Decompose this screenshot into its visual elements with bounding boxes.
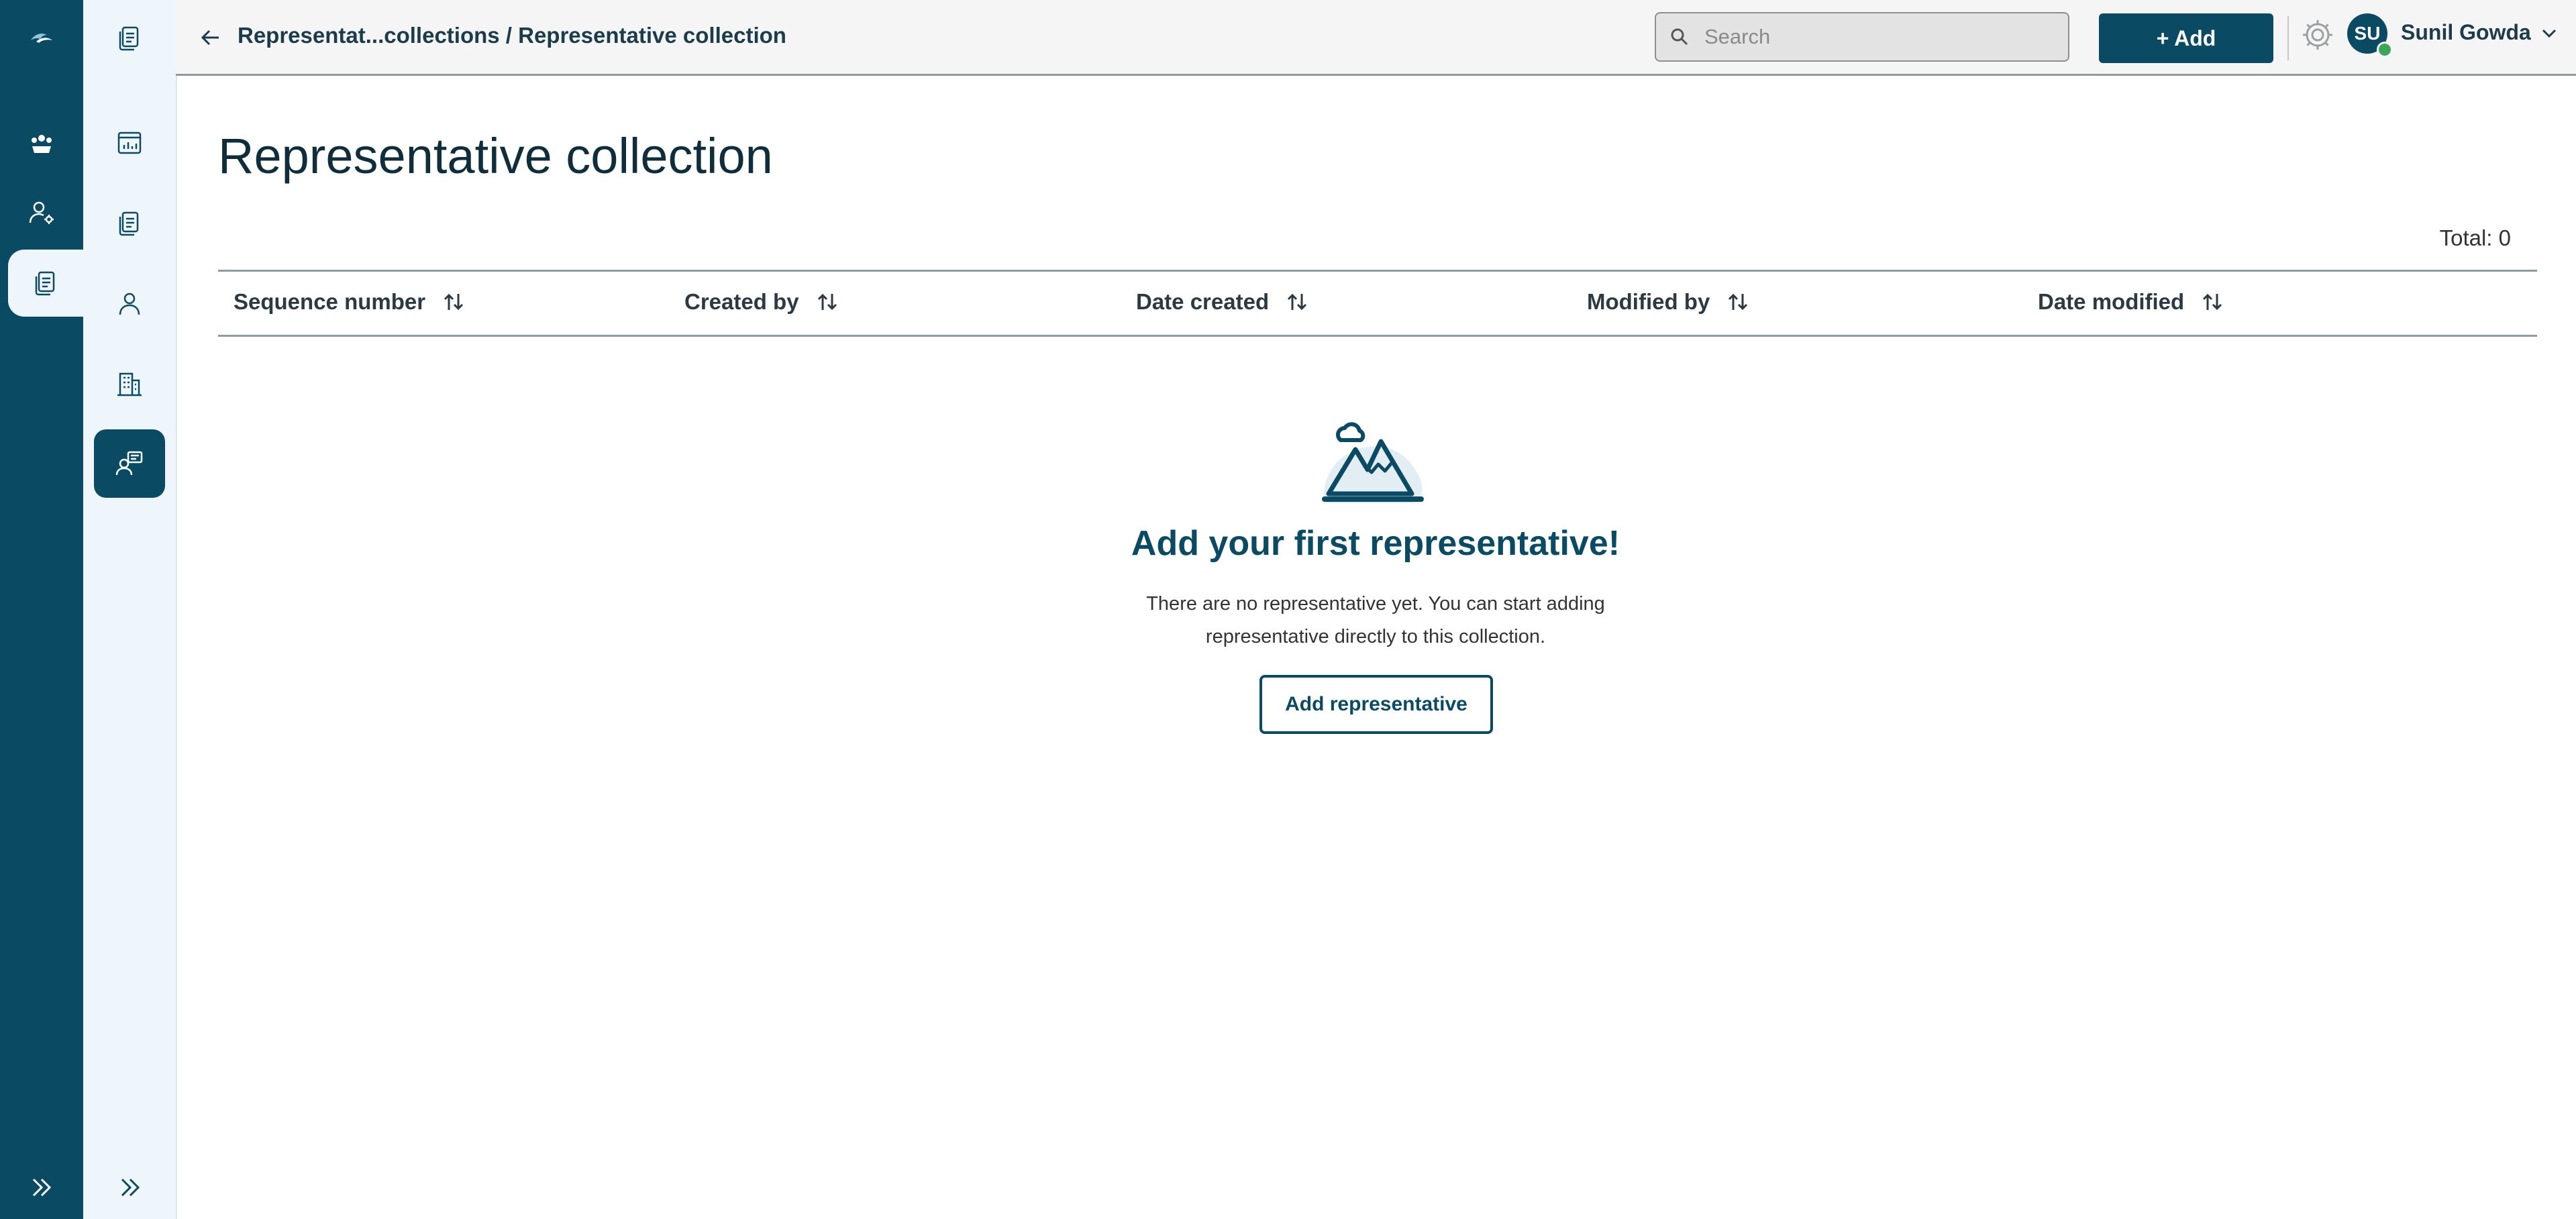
total-count: Total: 0 <box>2439 225 2511 250</box>
add-button-label: + Add <box>2156 25 2216 50</box>
search-box[interactable] <box>1655 12 2069 62</box>
primary-rail <box>0 0 83 1219</box>
column-label: Date created <box>1136 289 1270 314</box>
expand-icon[interactable] <box>27 1173 56 1202</box>
top-header: Representat...collections / Representati… <box>176 0 2576 76</box>
sort-icon[interactable] <box>815 290 839 314</box>
column-date-created[interactable]: Date created <box>1136 289 1309 315</box>
person-icon <box>119 293 140 315</box>
user-name[interactable]: Sunil Gowda <box>2401 20 2531 45</box>
documents-icon <box>119 26 139 51</box>
gear-icon[interactable] <box>2299 16 2336 54</box>
secondary-sidebar <box>83 0 177 1219</box>
sub-item-documents[interactable] <box>94 189 165 258</box>
sort-icon[interactable] <box>1285 290 1309 314</box>
app-logo[interactable] <box>0 4 83 71</box>
add-button[interactable]: + Add <box>2099 13 2273 63</box>
sub-item-representatives[interactable] <box>94 429 165 498</box>
representative-icon <box>115 451 143 476</box>
column-sequence-number[interactable]: Sequence number <box>234 289 466 315</box>
search-input[interactable] <box>1703 24 2055 50</box>
column-label: Created by <box>684 289 799 314</box>
column-modified-by[interactable]: Modified by <box>1587 289 1750 315</box>
header-divider <box>2287 16 2289 60</box>
column-label: Sequence number <box>234 289 426 314</box>
sub-item-dashboard[interactable] <box>94 109 165 177</box>
team-icon <box>32 135 52 153</box>
logo-icon <box>31 34 52 43</box>
user-settings-icon <box>29 201 54 224</box>
breadcrumb[interactable]: Representat...collections / Representati… <box>238 23 786 48</box>
column-label: Modified by <box>1587 289 1710 314</box>
column-label: Date modified <box>2038 289 2185 314</box>
mountain-illustration-icon <box>1322 422 1424 503</box>
add-representative-button[interactable]: Add representative <box>1259 675 1493 734</box>
empty-state-description: There are no representative yet. You can… <box>1141 588 1610 653</box>
empty-state-line: representative directly to this collecti… <box>1205 626 1546 647</box>
sub-item-organizations[interactable] <box>94 350 165 419</box>
documents-icon <box>119 211 139 236</box>
search-icon <box>1671 28 1688 46</box>
sub-item-documents-top[interactable] <box>94 4 165 72</box>
sort-icon[interactable] <box>1726 290 1750 314</box>
building-icon <box>117 372 142 396</box>
sort-icon[interactable] <box>442 290 466 314</box>
rail-item-user-settings[interactable] <box>0 180 83 247</box>
back-arrow-icon[interactable] <box>199 25 223 50</box>
dashboard-icon <box>117 131 142 154</box>
chevron-down-icon[interactable] <box>2540 24 2558 42</box>
expand-icon[interactable] <box>115 1173 145 1202</box>
column-date-modified[interactable]: Date modified <box>2038 289 2224 315</box>
table-header: Sequence number Created by Date created … <box>218 270 2537 337</box>
rail-item-teams[interactable] <box>0 111 83 178</box>
empty-state-line: There are no representative yet. You can… <box>1146 593 1605 615</box>
documents-icon <box>35 271 55 296</box>
presence-indicator <box>2377 42 2393 58</box>
rail-item-documents[interactable] <box>8 250 83 317</box>
page-title: Representative collection <box>218 128 773 184</box>
empty-state-title: Add your first representative! <box>1131 524 1620 563</box>
sort-icon[interactable] <box>2200 290 2224 314</box>
column-created-by[interactable]: Created by <box>684 289 839 315</box>
sub-item-people[interactable] <box>94 270 165 338</box>
